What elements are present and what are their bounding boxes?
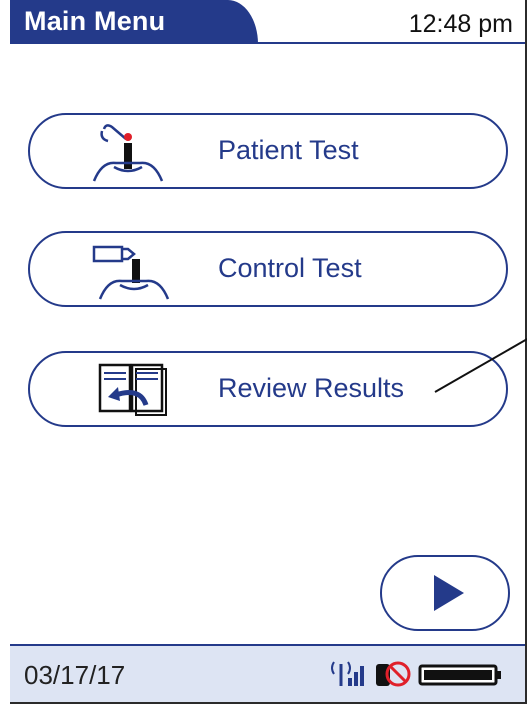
status-bar: 03/17/17 (10, 644, 525, 702)
play-arrow-icon (434, 575, 464, 611)
device-screen: Main Menu 12:48 pm Patient Test Control … (10, 0, 527, 704)
status-icons (331, 661, 501, 687)
battery-icon (418, 664, 501, 686)
no-connection-icon (376, 661, 411, 687)
next-button[interactable] (380, 555, 510, 631)
status-date: 03/17/17 (24, 660, 126, 690)
wireless-signal-icon (331, 661, 364, 686)
